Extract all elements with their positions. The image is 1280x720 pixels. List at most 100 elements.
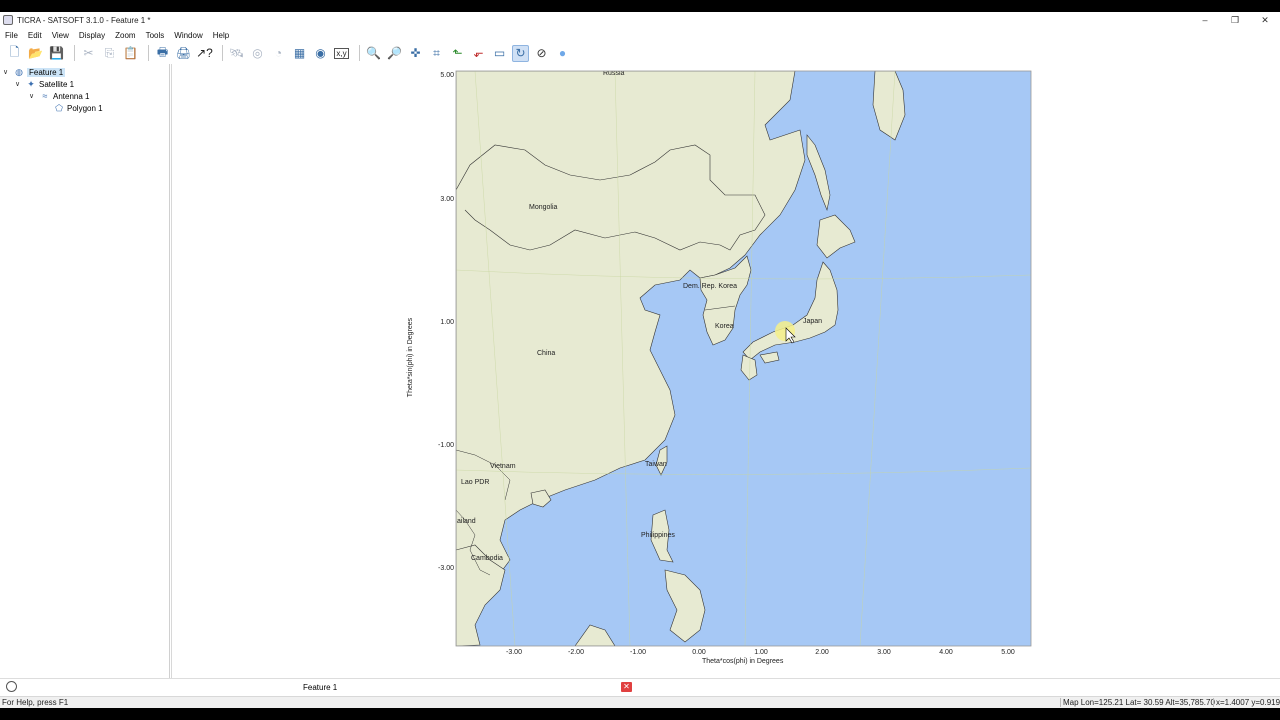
status-map-coords: Map Lon=125.21 Lat= 30.59 Alt=35,785.70 [1060, 698, 1215, 707]
restore-button[interactable]: ❐ [1220, 12, 1250, 28]
axis-up-icon[interactable]: ⬑ [449, 45, 466, 62]
paste-icon[interactable]: 📋 [122, 45, 139, 62]
polygon-icon: ⬠ [55, 102, 63, 113]
menu-window[interactable]: Window [169, 31, 207, 40]
minimize-button[interactable]: – [1190, 12, 1220, 28]
axis-down-icon[interactable]: ⬐ [470, 45, 487, 62]
compass-icon[interactable]: ⊘ [533, 45, 550, 62]
feature-tree: ∨ ◍ Feature 1 ∨ ✦ Satellite 1 ∨ ≈ Antenn… [0, 64, 170, 678]
x-tick: -3.00 [506, 649, 522, 656]
tree-item-polygon[interactable]: ⬠ Polygon 1 [54, 102, 103, 114]
coverage-map[interactable]: Russia Mongolia Dem. Rep. Korea Korea Ja… [455, 70, 1033, 648]
chevron-down-icon[interactable]: ∨ [29, 92, 37, 100]
refresh-icon[interactable]: ↻ [512, 44, 529, 62]
zoom-in-icon[interactable]: 🔍 [365, 45, 382, 62]
close-icon[interactable]: ✕ [621, 682, 632, 692]
beam-icon[interactable]: ◔ [270, 45, 287, 62]
chevron-down-icon[interactable]: ∨ [3, 68, 11, 76]
menu-tools[interactable]: Tools [141, 31, 170, 40]
menu-zoom[interactable]: Zoom [110, 31, 140, 40]
zoom-out-icon[interactable]: 🔎 [386, 45, 403, 62]
toolbar-separator [359, 45, 360, 61]
copy-icon[interactable]: ⎘ [101, 45, 118, 62]
x-tick: -1.00 [630, 649, 646, 656]
x-tick: -2.00 [568, 649, 584, 656]
cursor-highlight [775, 321, 795, 341]
document-tab-bar: Feature 1 ✕ [0, 678, 1280, 696]
app-window: TICRA - SATSOFT 3.1.0 - Feature 1 * – ❐ … [0, 0, 1280, 720]
y-tick: 3.00 [440, 196, 454, 203]
x-tick: 4.00 [939, 649, 953, 656]
label-mongolia: Mongolia [529, 204, 558, 211]
antenna-icon: ≈ [42, 91, 48, 101]
label-thailand: ailand [457, 518, 476, 525]
toolbar: 🗋 📂 💾 ✂ ⎘ 📋 🖶 🖨 ↗? 🛰 ◎ ◔ ▦ ◉ x,y 🔍 🔎 ✜ ⌗… [0, 42, 1280, 64]
x-tick: 2.00 [815, 649, 829, 656]
status-globe-icon [6, 681, 17, 692]
fit-icon[interactable]: ⌗ [428, 45, 445, 62]
menu-edit[interactable]: Edit [23, 31, 47, 40]
label-china: China [537, 350, 555, 357]
contour-icon[interactable]: ◉ [312, 45, 329, 62]
tree-item-feature[interactable]: ∨ ◍ Feature 1 [3, 66, 66, 78]
menu-bar: File Edit View Display Zoom Tools Window… [0, 28, 1280, 42]
cut-icon[interactable]: ✂ [80, 45, 97, 62]
x-tick: 5.00 [1001, 649, 1015, 656]
xy-icon[interactable]: x,y [333, 45, 350, 62]
open-folder-icon[interactable]: 📂 [27, 45, 44, 62]
letterbox-bottom [0, 708, 1280, 720]
label-cambodia: Cambodia [471, 555, 503, 562]
tree-item-label: Satellite 1 [39, 79, 75, 89]
new-file-icon[interactable]: 🗋 [6, 45, 23, 62]
status-bar: For Help, press F1 Map Lon=125.21 Lat= 3… [0, 696, 1280, 708]
tree-item-satellite[interactable]: ∨ ✦ Satellite 1 [15, 78, 74, 90]
title-bar: TICRA - SATSOFT 3.1.0 - Feature 1 * – ❐ … [0, 12, 1280, 28]
window-title: TICRA - SATSOFT 3.1.0 - Feature 1 * [17, 15, 151, 25]
feature-icon: ◍ [15, 66, 23, 77]
letterbox-top [0, 0, 1280, 12]
label-dprk: Dem. Rep. Korea [683, 283, 737, 290]
app-icon [3, 15, 13, 25]
tab-feature-1[interactable]: Feature 1 [303, 683, 337, 692]
close-button[interactable]: ✕ [1250, 12, 1280, 28]
globe-icon[interactable]: ● [554, 45, 571, 62]
chevron-down-icon[interactable]: ∨ [15, 80, 23, 88]
label-japan: Japan [803, 318, 822, 325]
satellite-icon: ✦ [27, 78, 35, 89]
help-pointer-icon[interactable]: ↗? [196, 45, 213, 62]
xy-label: x,y [334, 47, 349, 59]
y-tick: -1.00 [438, 442, 454, 449]
menu-display[interactable]: Display [74, 31, 110, 40]
label-philippines: Philippines [641, 532, 675, 539]
print-preview-icon[interactable]: 🖶 [154, 45, 171, 62]
toolbar-separator [222, 45, 223, 61]
status-help-text: For Help, press F1 [2, 698, 69, 707]
tree-item-antenna[interactable]: ∨ ≈ Antenna 1 [29, 90, 89, 102]
save-icon[interactable]: 💾 [48, 45, 65, 62]
menu-file[interactable]: File [0, 31, 23, 40]
tree-item-label: Polygon 1 [67, 103, 103, 113]
grid-table-icon[interactable]: ▦ [291, 45, 308, 62]
x-tick: 1.00 [754, 649, 768, 656]
x-tick: 3.00 [877, 649, 891, 656]
x-axis-label: Theta*cos(phi) in Degrees [702, 658, 784, 665]
pan-icon[interactable]: ✜ [407, 45, 424, 62]
status-xy: x=1.4007 y=0.9199 [1213, 698, 1280, 707]
tree-item-label: Antenna 1 [53, 91, 90, 101]
map-view: Russia Mongolia Dem. Rep. Korea Korea Ja… [171, 64, 1280, 678]
label-taiwan: Taiwan [645, 461, 667, 468]
toolbar-separator [148, 45, 149, 61]
menu-view[interactable]: View [47, 31, 74, 40]
label-korea: Korea [715, 323, 734, 330]
satellite-icon[interactable]: 🛰 [228, 45, 245, 62]
menu-help[interactable]: Help [208, 31, 234, 40]
x-tick: 0.00 [692, 649, 706, 656]
print-icon[interactable]: 🖨 [175, 45, 192, 62]
antenna-icon[interactable]: ◎ [249, 45, 266, 62]
y-axis-label: Theta*sin(phi) in Degrees [407, 317, 415, 398]
label-laos: Lao PDR [461, 479, 489, 486]
y-tick: 1.00 [440, 319, 454, 326]
scale-icon[interactable]: ▭ [491, 45, 508, 62]
label-vietnam: Vietnam [490, 463, 516, 470]
toolbar-separator [74, 45, 75, 61]
